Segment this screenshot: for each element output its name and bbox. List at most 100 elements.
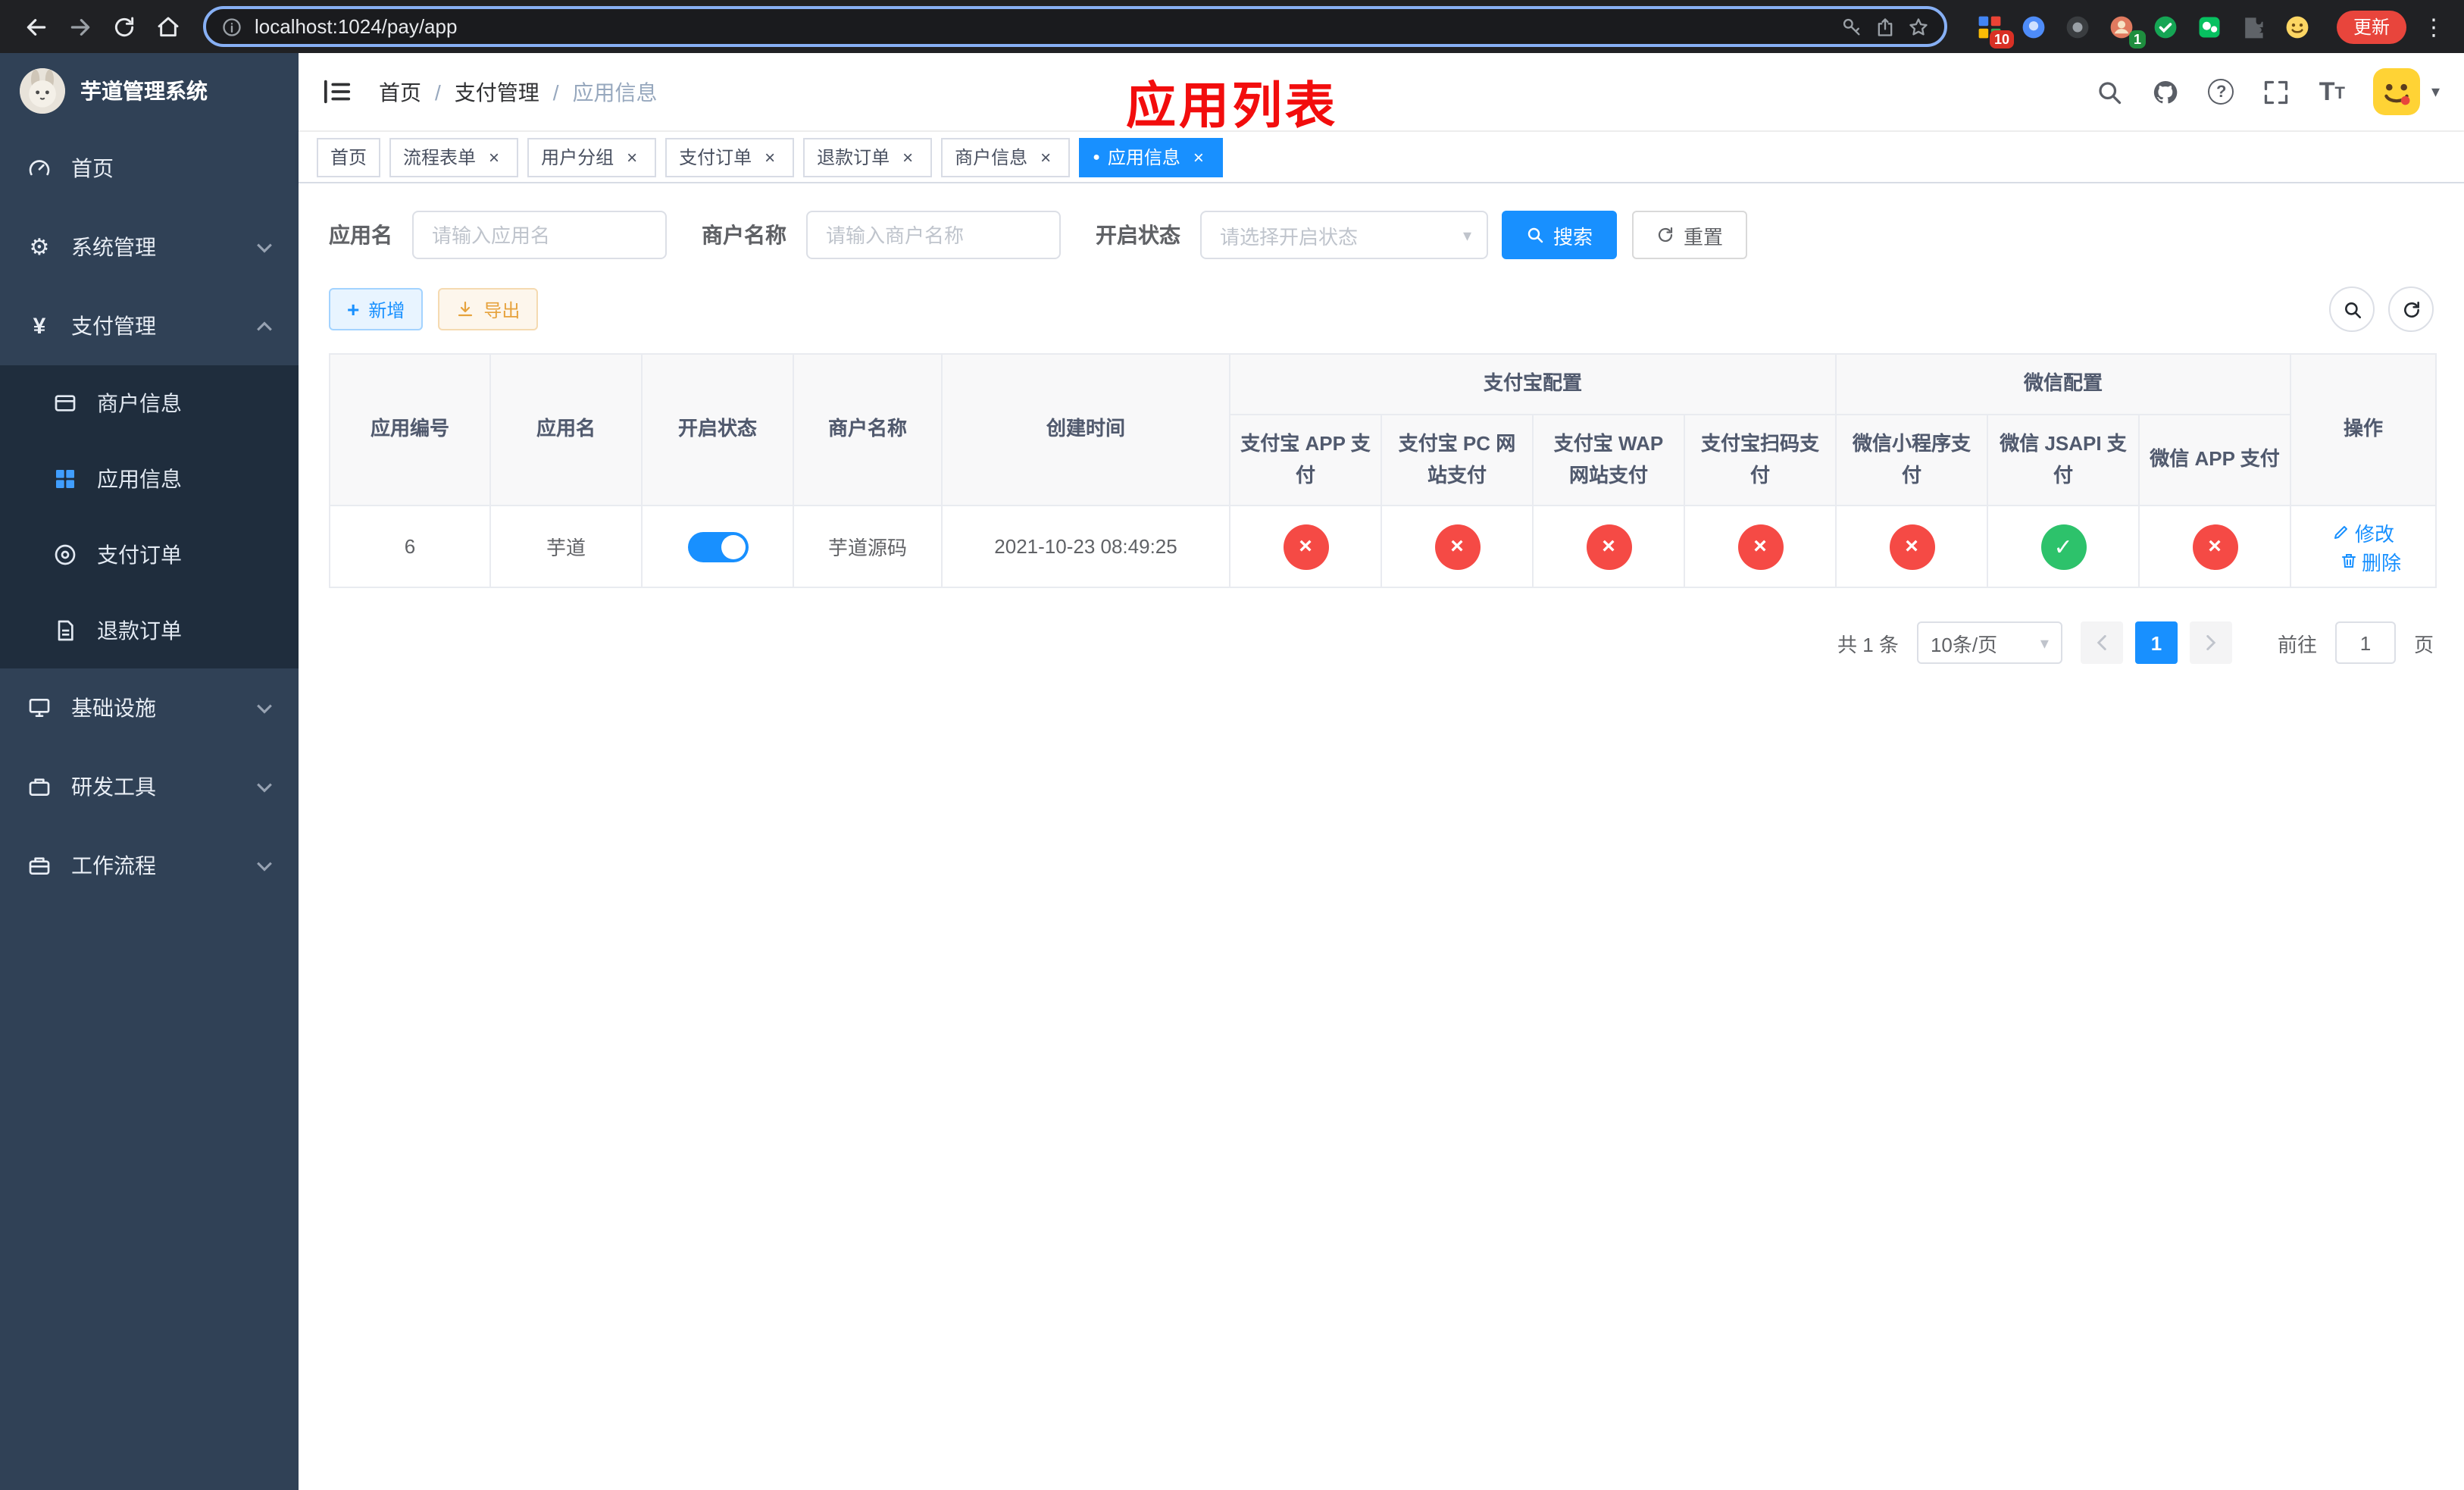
address-bar[interactable]: localhost:1024/pay/app [203,6,1947,47]
record-icon [52,543,79,567]
edit-button[interactable]: 修改 [2332,518,2394,547]
alipay-qr-disabled-icon: × [1737,524,1783,570]
tab-label: 商户信息 [955,147,1028,168]
tab-close-icon[interactable]: × [621,146,643,167]
dashboard-icon [26,156,53,180]
tab-merchant-info[interactable]: 商户信息 × [941,137,1071,177]
cell-actions: 修改 删除 [2290,505,2437,589]
col-alipay-wap: 支付宝 WAP 网站支付 [1532,413,1685,507]
tab-pay-order[interactable]: 支付订单 × [665,137,795,177]
sidebar-item-system[interactable]: ⚙ 系统管理 [0,208,299,286]
status-toggle[interactable] [687,531,748,562]
prev-page-button[interactable] [2080,621,2123,665]
page-button-1[interactable]: 1 [2134,621,2178,665]
chevron-down-icon: ▾ [2040,634,2049,653]
delete-button[interactable]: 删除 [2339,547,2401,576]
reload-icon[interactable] [103,6,144,47]
share-icon[interactable] [1875,16,1896,37]
trash-icon [2341,554,2355,568]
tab-label: 支付订单 [679,147,752,168]
tab-close-icon[interactable]: × [1035,146,1056,167]
site-info-icon[interactable] [221,16,242,37]
sidebar-menu: 首页 ⚙ 系统管理 ¥ 支付管理 商户信息 应用信息 支付订单 退款订单 基础设… [0,129,299,905]
bookmark-star-icon[interactable] [1908,16,1929,37]
fullscreen-icon[interactable] [2263,78,2290,105]
sidebar-item-refund-order[interactable]: 退款订单 [0,593,299,668]
extension-check-icon[interactable] [2150,11,2181,42]
plus-icon: + [347,297,360,321]
header-actions: ? TT ▾ [2097,68,2440,115]
col-wechat-jsapi: 微信 JSAPI 支付 [1987,413,2140,507]
goto-page-input[interactable] [2334,621,2396,665]
annotation-title: 应用列表 [1126,77,1338,133]
sidebar-toggle-icon[interactable] [323,77,352,106]
back-icon[interactable] [15,6,56,47]
tab-user-group[interactable]: 用户分组 × [527,137,657,177]
sidebar-item-app-info[interactable]: 应用信息 [0,441,299,517]
help-icon[interactable]: ? [2208,79,2234,105]
total-count: 共 1 条 [1837,633,1899,656]
sidebar-item-payment[interactable]: ¥ 支付管理 [0,286,299,365]
search-icon[interactable] [2097,78,2124,105]
breadcrumb-section[interactable]: 支付管理 [455,77,539,107]
tab-close-icon[interactable]: × [483,146,505,167]
tab-refund-order[interactable]: 退款订单 × [803,137,933,177]
toggle-search-button[interactable] [2329,286,2375,332]
sidebar-item-merchant-info[interactable]: 商户信息 [0,365,299,441]
menu-label: 退款订单 [97,618,182,643]
app-logo[interactable]: 芋道管理系统 [0,53,299,129]
tab-app-info[interactable]: ● 应用信息 × [1079,137,1223,177]
extension-avatar-icon[interactable]: 1 [2106,11,2146,48]
page-size-select[interactable]: 10条/页 ▾ [1916,621,2062,665]
extension-green-square-icon[interactable] [2194,11,2225,42]
breadcrumb-home[interactable]: 首页 [379,77,421,107]
browser-menu-icon[interactable]: ⋮ [2419,13,2449,40]
extension-dark-icon[interactable] [2062,11,2093,42]
user-avatar[interactable] [2373,68,2421,115]
sidebar-item-infrastructure[interactable]: 基础设施 [0,668,299,747]
extension-face-icon[interactable] [2282,11,2312,42]
extension-drop-icon[interactable] [2018,11,2049,42]
tab-label: 首页 [330,147,367,168]
table-toolbar: + 新增 导出 [329,286,2434,332]
sidebar-item-home[interactable]: 首页 [0,129,299,208]
browser-update-button[interactable]: 更新 [2336,10,2406,43]
app-name-input[interactable] [412,211,667,259]
tab-close-icon[interactable]: × [1188,146,1209,167]
search-button[interactable]: 搜索 [1502,211,1618,259]
tab-home[interactable]: 首页 [317,137,381,177]
browser-toolbar: localhost:1024/pay/app 10 1 更新 ⋮ [0,0,2464,53]
password-key-icon[interactable] [1841,16,1862,37]
tags-view: 首页 流程表单 × 用户分组 × 支付订单 × 退款订单 × 商户信息 × ● … [299,132,2464,183]
menu-label: 支付订单 [97,543,182,567]
home-icon[interactable] [147,6,188,47]
reset-button[interactable]: 重置 [1632,211,1748,259]
download-icon [458,301,473,317]
url-text[interactable]: localhost:1024/pay/app [255,15,457,38]
col-alipay-pc: 支付宝 PC 网站支付 [1381,413,1534,507]
app-title: 芋道管理系统 [80,79,208,103]
sidebar-item-pay-order[interactable]: 支付订单 [0,517,299,593]
github-icon[interactable] [2153,78,2180,105]
refresh-table-button[interactable] [2388,286,2434,332]
next-page-button[interactable] [2189,621,2232,665]
tab-process-form[interactable]: 流程表单 × [389,137,519,177]
menu-label: 商户信息 [97,391,182,415]
font-size-icon[interactable]: TT [2319,79,2345,105]
status-select[interactable]: 请选择开启状态 ▾ [1200,211,1488,259]
chevron-up-icon [256,321,273,331]
export-button[interactable]: 导出 [438,288,539,330]
col-wechat-app: 微信 APP 支付 [2138,413,2292,507]
sidebar-item-workflow[interactable]: 工作流程 [0,826,299,905]
extension-grid-icon[interactable]: 10 [1975,11,2014,48]
tab-label: 用户分组 [541,147,614,168]
extension-puzzle-icon[interactable] [2238,11,2269,42]
tab-close-icon[interactable]: × [759,146,780,167]
sidebar-item-dev-tools[interactable]: 研发工具 [0,747,299,826]
col-app-name: 应用名 [489,352,643,507]
merchant-name-input[interactable] [806,211,1061,259]
forward-icon[interactable] [59,6,100,47]
avatar-caret-icon[interactable]: ▾ [2431,82,2440,102]
add-button[interactable]: + 新增 [329,288,424,330]
tab-close-icon[interactable]: × [897,146,918,167]
